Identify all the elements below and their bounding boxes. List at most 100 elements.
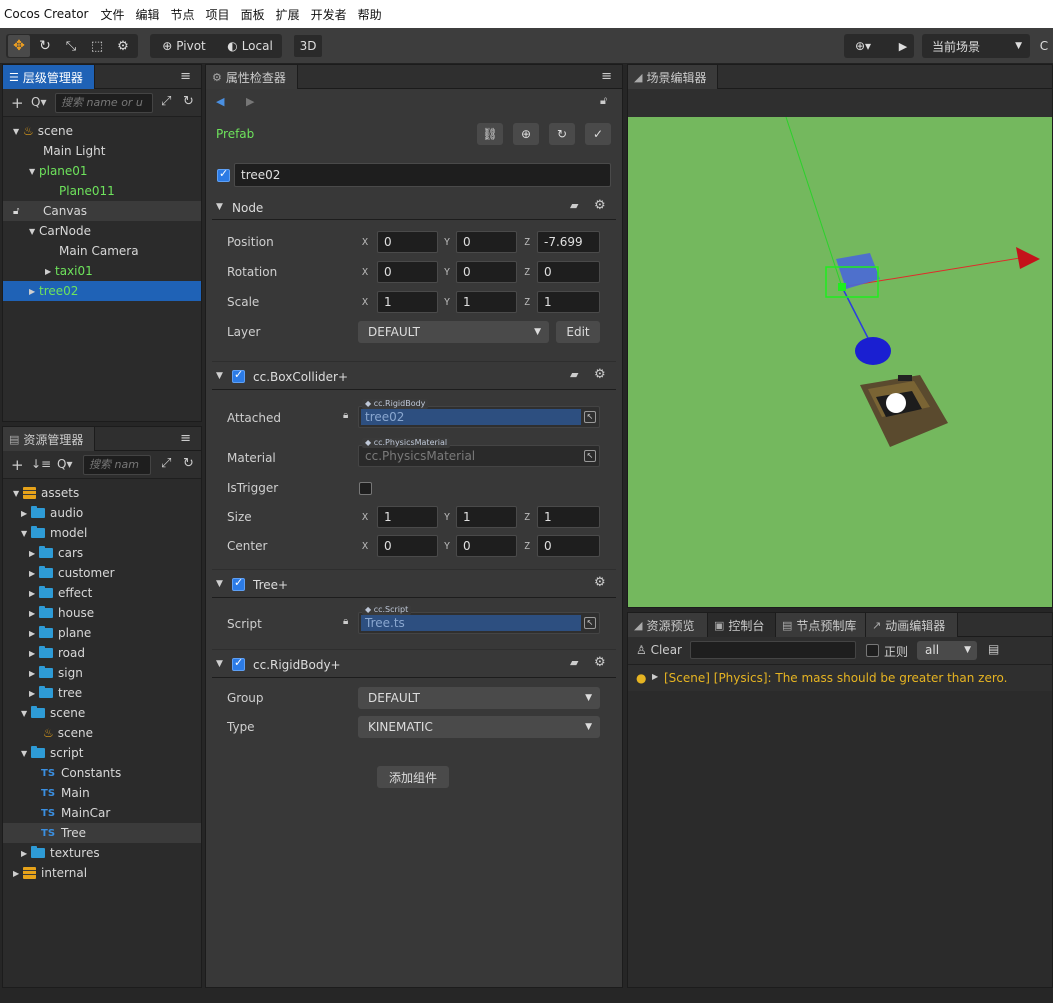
tab-animation-editor[interactable]: ↗ 动画编辑器 [866, 613, 958, 637]
asset-house[interactable]: ▶ house [3, 603, 201, 623]
position-z-input[interactable]: -7.699 [537, 231, 600, 253]
refresh-icon[interactable]: C [1036, 35, 1052, 57]
rotation-z-input[interactable]: 0 [537, 261, 600, 283]
asset-maincar[interactable]: TS MainCar [3, 803, 201, 823]
refresh-icon[interactable]: ↻ [183, 456, 194, 471]
tree-node-carnode[interactable]: ▼ CarNode [3, 221, 201, 241]
material-field[interactable]: cc.PhysicsMaterial ↖ [358, 445, 600, 467]
asset-effect[interactable]: ▶ effect [3, 583, 201, 603]
asset-cars[interactable]: ▶ cars [3, 543, 201, 563]
apply-prefab-icon[interactable]: ✓ [585, 123, 611, 145]
asset-constants[interactable]: TS Constants [3, 763, 201, 783]
unlink-prefab-icon[interactable]: ⛓ [477, 123, 503, 145]
rotation-y-input[interactable]: 0 [456, 261, 517, 283]
expand-icon[interactable]: ▼ [216, 579, 223, 589]
pivot-button[interactable]: ⊕ Pivot [154, 35, 214, 57]
tree-node-tree02[interactable]: ▶ tree02 [3, 281, 201, 301]
regex-checkbox[interactable] [866, 644, 879, 657]
help-book-icon[interactable]: ▰ [570, 656, 578, 669]
add-icon[interactable]: + [11, 94, 24, 112]
size-x-input[interactable]: 1 [377, 506, 438, 528]
asset-road[interactable]: ▶ road [3, 643, 201, 663]
collapse-arrow-icon[interactable]: ▶ [652, 672, 658, 681]
tab-scene-editor[interactable]: ◢ 场景编辑器 [628, 65, 718, 89]
forward-arrow-icon[interactable]: ▶ [246, 95, 254, 108]
expand-icon[interactable]: ▼ [216, 202, 223, 212]
select-icon[interactable]: ↖ [584, 411, 596, 423]
log-level-select[interactable]: all ▼ [917, 641, 977, 660]
gear-icon[interactable]: ⚙ [594, 655, 606, 670]
platform-globe-icon[interactable]: ⊕▾ [848, 35, 878, 57]
asset-sign[interactable]: ▶ sign [3, 663, 201, 683]
scale-z-input[interactable]: 1 [537, 291, 600, 313]
asset-customer[interactable]: ▶ customer [3, 563, 201, 583]
tree-node-main-camera[interactable]: Main Camera [3, 241, 201, 261]
tree-node-scene[interactable]: ▼ ♨ scene [3, 121, 201, 141]
asset-model[interactable]: ▼ model [3, 523, 201, 543]
script-field[interactable]: Tree.ts ↖ [358, 612, 600, 634]
lock-icon[interactable]: 🔓︎ [600, 94, 607, 108]
boxcollider-enabled-checkbox[interactable] [232, 368, 245, 383]
gear-icon[interactable]: ⚙ [594, 575, 606, 590]
type-dropdown[interactable]: KINEMATIC ▼ [358, 716, 600, 738]
add-icon[interactable]: + [11, 456, 24, 474]
tab-inspector[interactable]: ⚙ 属性检查器 [206, 65, 298, 89]
hierarchy-search-input[interactable]: 搜索 name or u [55, 93, 153, 113]
position-y-input[interactable]: 0 [456, 231, 517, 253]
center-z-input[interactable]: 0 [537, 535, 600, 557]
tree-node-plane01[interactable]: ▼ plane01 [3, 161, 201, 181]
menu-panel[interactable]: 面板 [241, 6, 265, 23]
menu-extension[interactable]: 扩展 [276, 6, 300, 23]
sort-icon[interactable]: ↓≡ [31, 457, 51, 471]
add-component-button[interactable]: 添加组件 [377, 766, 449, 788]
collapse-icon[interactable]: ⤢ [161, 94, 171, 109]
position-x-input[interactable]: 0 [377, 231, 438, 253]
console-filter-input[interactable] [690, 641, 856, 659]
tab-console[interactable]: ▣ 控制台 [708, 613, 776, 637]
locate-prefab-icon[interactable]: ⊕ [513, 123, 539, 145]
group-dropdown[interactable]: DEFAULT ▼ [358, 687, 600, 709]
rotate-tool-icon[interactable]: ↻ [34, 35, 56, 57]
scale-y-input[interactable]: 1 [456, 291, 517, 313]
asset-internal[interactable]: ▶ internal [3, 863, 201, 883]
asset-main[interactable]: TS Main [3, 783, 201, 803]
tree-node-canvas[interactable]: 🔓︎ Canvas [3, 201, 201, 221]
gear-icon[interactable]: ⚙ [112, 35, 134, 57]
center-x-input[interactable]: 0 [377, 535, 438, 557]
center-y-input[interactable]: 0 [456, 535, 517, 557]
help-book-icon[interactable]: ▰ [570, 199, 578, 212]
search-icon[interactable]: Q▾ [57, 457, 72, 471]
tree-enabled-checkbox[interactable] [232, 576, 245, 591]
rigidbody-enabled-checkbox[interactable] [232, 656, 245, 671]
refresh-icon[interactable]: ↻ [183, 94, 194, 109]
menu-node[interactable]: 节点 [171, 6, 195, 23]
scene-viewport[interactable] [628, 116, 1052, 607]
scale-tool-icon[interactable]: ⤡ [60, 35, 82, 57]
asset-plane[interactable]: ▶ plane [3, 623, 201, 643]
help-book-icon[interactable]: ▰ [570, 368, 578, 381]
collapse-icon[interactable]: ⤢ [161, 456, 171, 471]
clear-button[interactable]: ♙ Clear [636, 643, 682, 657]
expand-icon[interactable]: ▼ [216, 371, 223, 381]
play-icon[interactable]: ▶ [892, 35, 914, 57]
size-y-input[interactable]: 1 [456, 506, 517, 528]
tab-hierarchy[interactable]: ☰ 层级管理器 [3, 65, 95, 89]
asset-tree-script[interactable]: TS Tree [3, 823, 201, 843]
select-icon[interactable]: ↖ [584, 450, 596, 462]
scale-x-input[interactable]: 1 [377, 291, 438, 313]
tree-node-taxi01[interactable]: ▶ taxi01 [3, 261, 201, 281]
scene-select[interactable]: 当前场景 ▼ [922, 34, 1030, 58]
tab-asset-preview[interactable]: ◢ 资源预览 [628, 613, 708, 637]
menu-icon[interactable]: ≡ [601, 69, 612, 84]
node-active-checkbox[interactable] [217, 167, 230, 182]
asset-tree[interactable]: ▶ tree [3, 683, 201, 703]
move-tool-icon[interactable]: ✥ [8, 35, 30, 57]
attached-field[interactable]: tree02 ↖ [358, 406, 600, 428]
tree-node-plane011[interactable]: Plane011 [3, 181, 201, 201]
menu-developer[interactable]: 开发者 [311, 6, 347, 23]
asset-scene-folder[interactable]: ▼ scene [3, 703, 201, 723]
rect-tool-icon[interactable]: ⬚ [86, 35, 108, 57]
asset-textures[interactable]: ▶ textures [3, 843, 201, 863]
rotation-x-input[interactable]: 0 [377, 261, 438, 283]
size-z-input[interactable]: 1 [537, 506, 600, 528]
